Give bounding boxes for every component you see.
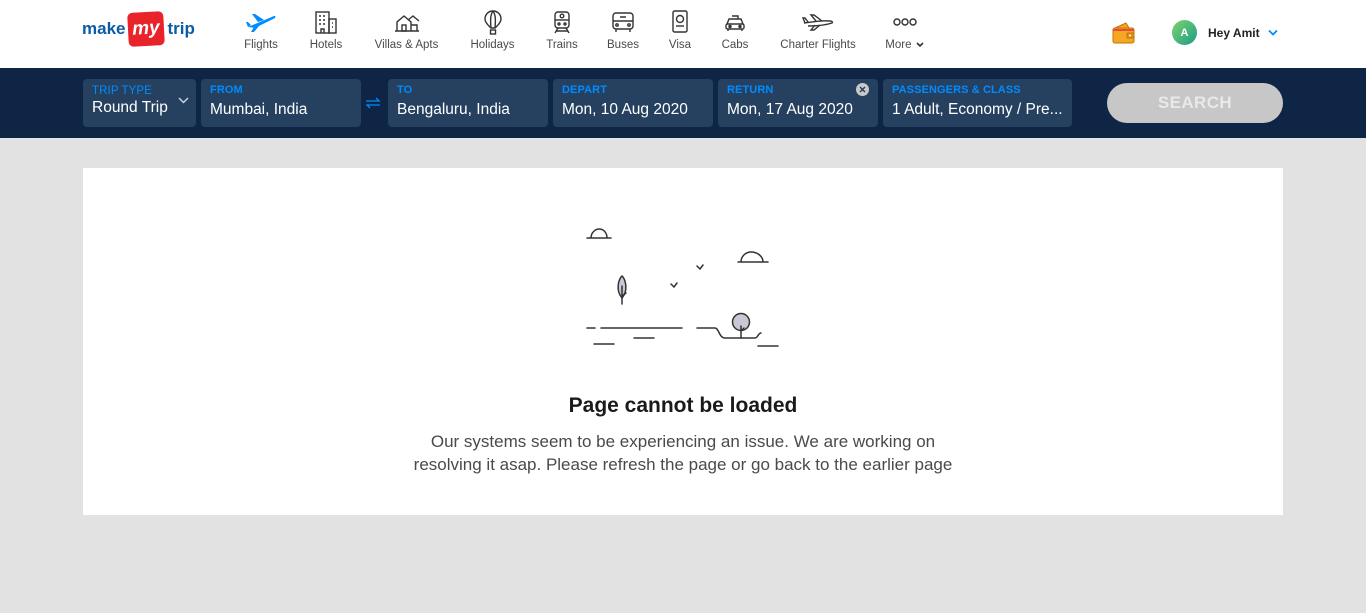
hot-air-balloon-icon: [483, 8, 503, 36]
nav-flights[interactable]: Flights: [230, 8, 292, 60]
trip-type-select[interactable]: TRIP TYPE Round Trip: [83, 79, 196, 127]
from-label: FROM: [210, 84, 243, 96]
main-nav: Flights Hotels Villas & Apts Holidays Tr…: [230, 8, 937, 60]
makemytrip-logo[interactable]: make my trip: [82, 11, 195, 47]
train-icon: [551, 8, 573, 36]
chevron-down-icon: [178, 97, 189, 104]
passengers-class-field[interactable]: PASSENGERS & CLASS 1 Adult, Economy / Pr…: [883, 79, 1072, 127]
passport-icon: [670, 8, 690, 36]
user-menu[interactable]: A Hey Amit: [1172, 20, 1278, 45]
nav-more[interactable]: More: [872, 8, 937, 60]
nav-hotels-label: Hotels: [309, 39, 343, 51]
depart-value: Mon, 10 Aug 2020: [562, 101, 688, 118]
error-message-line-1: Our systems seem to be experiencing an i…: [430, 432, 936, 451]
nav-villas-label: Villas & Apts: [374, 39, 439, 51]
to-label: TO: [397, 84, 413, 96]
error-message: Our systems seem to be experiencing an i…: [83, 430, 1283, 476]
error-title: Page cannot be loaded: [568, 394, 798, 417]
user-greeting: Hey Amit: [1208, 25, 1260, 40]
chevron-down-icon: [916, 42, 924, 48]
nav-visa-label: Visa: [668, 39, 692, 51]
to-city-field[interactable]: TO Bengaluru, India: [388, 79, 548, 127]
nav-charter-flights[interactable]: Charter Flights: [764, 8, 872, 60]
nav-hotels[interactable]: Hotels: [292, 8, 360, 60]
swap-cities-icon[interactable]: [365, 96, 381, 114]
cab-icon: [724, 8, 746, 36]
nav-trains[interactable]: Trains: [532, 8, 592, 60]
nav-charter-label: Charter Flights: [780, 39, 856, 51]
trip-type-label: TRIP TYPE: [92, 85, 152, 97]
from-value: Mumbai, India: [210, 101, 308, 118]
nav-more-text: More: [885, 39, 912, 51]
depart-date-field[interactable]: DEPART Mon, 10 Aug 2020: [553, 79, 713, 127]
nav-cabs[interactable]: Cabs: [706, 8, 764, 60]
flight-search-bar: TRIP TYPE Round Trip FROM Mumbai, India …: [0, 68, 1366, 138]
error-card: Page cannot be loaded Our systems seem t…: [83, 168, 1283, 515]
nav-flights-label: Flights: [244, 39, 278, 51]
more-dots-icon: [892, 8, 917, 36]
return-date-field[interactable]: RETURN Mon, 17 Aug 2020: [718, 79, 878, 127]
clear-return-icon[interactable]: [856, 83, 869, 96]
nav-villas-apts[interactable]: Villas & Apts: [360, 8, 453, 60]
nav-holidays[interactable]: Holidays: [453, 8, 532, 60]
passengers-label: PASSENGERS & CLASS: [892, 84, 1021, 96]
wallet-icon[interactable]: [1111, 21, 1137, 50]
nav-cabs-label: Cabs: [721, 39, 749, 51]
error-message-line-2: resolving it asap. Please refresh the pa…: [413, 455, 953, 474]
avatar: A: [1172, 20, 1197, 45]
return-value: Mon, 17 Aug 2020: [727, 101, 853, 118]
from-city-field[interactable]: FROM Mumbai, India: [201, 79, 361, 127]
landscape-illustration-icon: [583, 222, 783, 357]
chevron-down-icon: [1267, 29, 1278, 36]
nav-holidays-label: Holidays: [470, 39, 515, 51]
bus-icon: [611, 8, 635, 36]
trip-type-value: Round Trip: [92, 99, 168, 116]
logo-text-trip: trip: [167, 19, 195, 38]
logo-text-my: my: [127, 11, 166, 47]
nav-visa[interactable]: Visa: [654, 8, 706, 60]
logo-text-make: make: [82, 19, 126, 38]
depart-label: DEPART: [562, 84, 608, 96]
nav-buses[interactable]: Buses: [592, 8, 654, 60]
villa-icon: [393, 8, 421, 36]
to-value: Bengaluru, India: [397, 101, 510, 118]
nav-more-label: More: [885, 39, 924, 51]
flight-icon: [245, 8, 277, 36]
passengers-value: 1 Adult, Economy / Pre...: [892, 101, 1063, 118]
charter-plane-icon: [802, 8, 834, 36]
top-header: make my trip Flights Hotels Villas & Apt…: [0, 0, 1366, 68]
nav-trains-label: Trains: [546, 39, 578, 51]
nav-buses-label: Buses: [607, 39, 639, 51]
search-button[interactable]: SEARCH: [1107, 83, 1283, 123]
return-label: RETURN: [727, 84, 774, 96]
hotel-icon: [313, 8, 339, 36]
